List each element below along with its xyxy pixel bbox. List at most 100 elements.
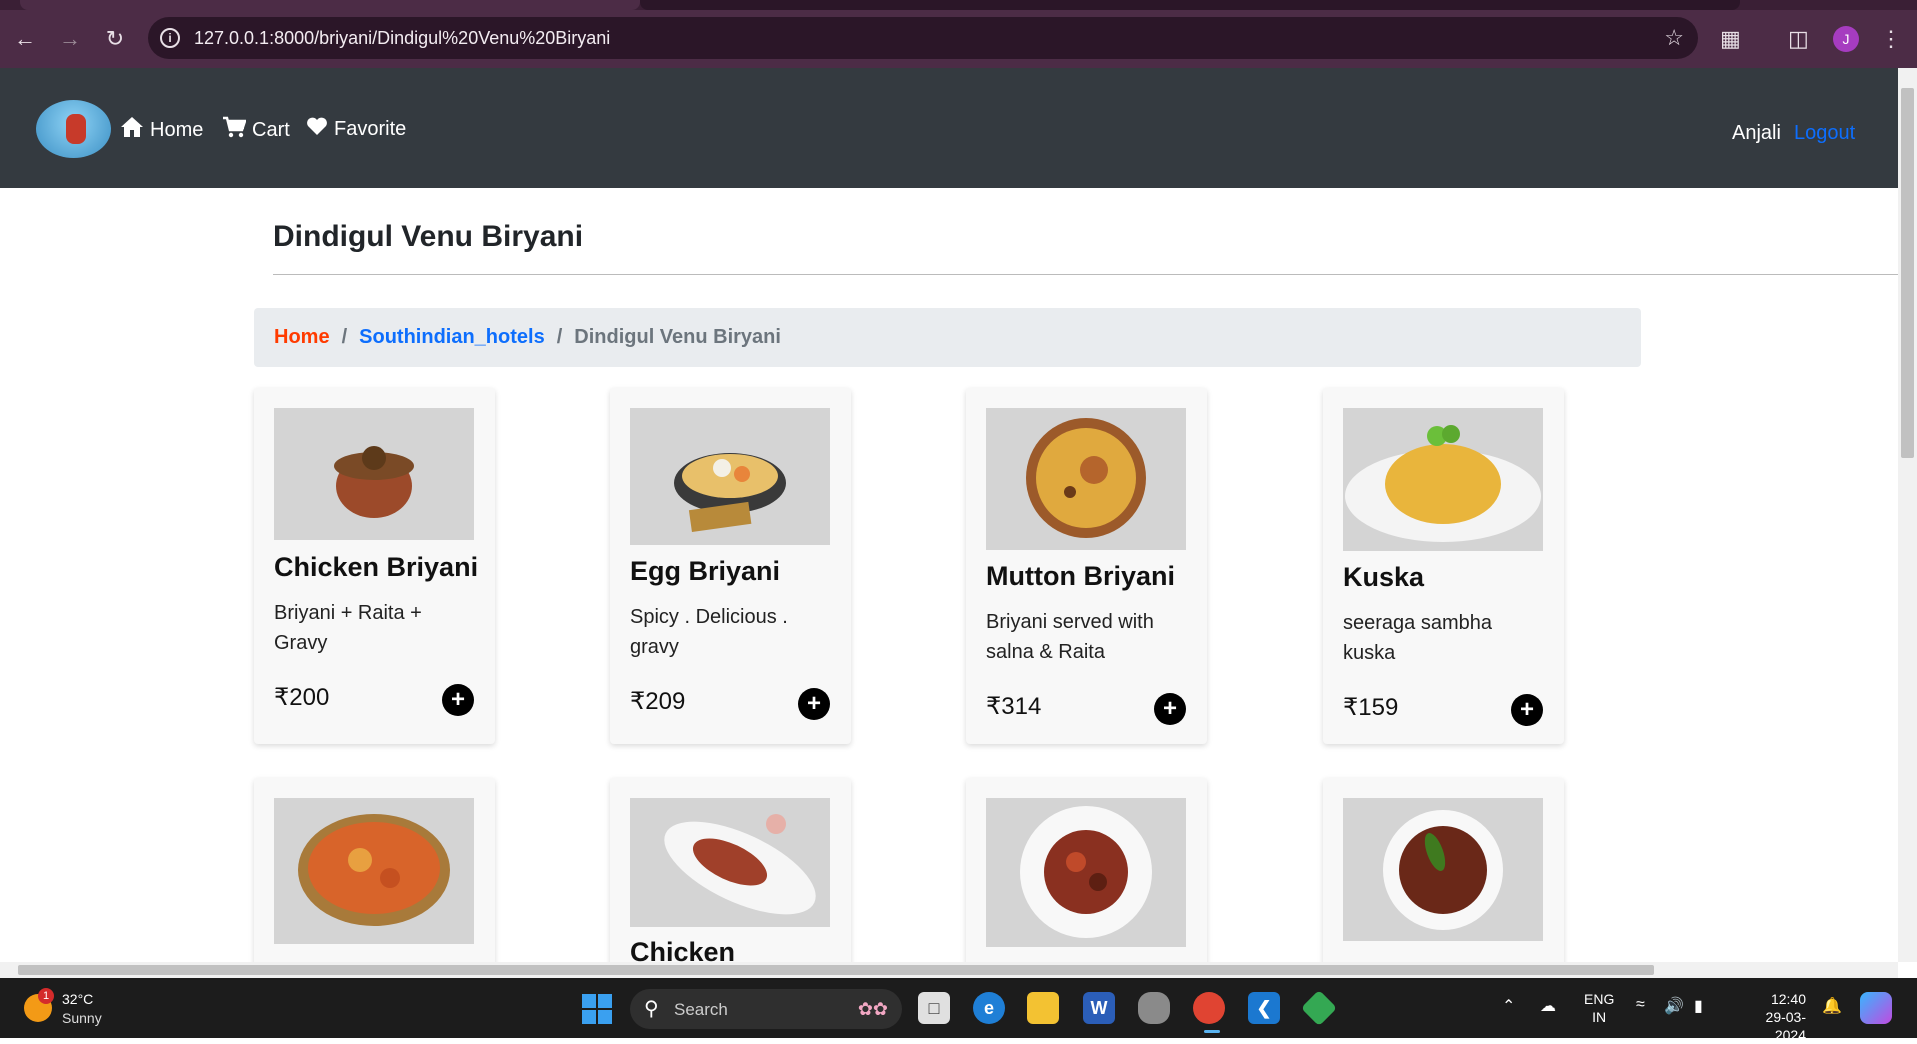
logout-link[interactable]: Logout: [1794, 122, 1855, 145]
nav-favorite-label: Favorite: [334, 117, 407, 140]
page-title: Dindigul Venu Biryani: [273, 220, 584, 253]
vertical-scroll-thumb[interactable]: [1901, 88, 1914, 458]
product-price: ₹200: [274, 684, 330, 711]
product-description: seeraga sambha kuska: [1343, 612, 1492, 664]
search-highlight-icon: ✿✿: [857, 999, 888, 1019]
product-image[interactable]: [630, 798, 830, 927]
product-card[interactable]: Kuska seeraga sambha kuska ₹159 +: [1323, 388, 1564, 744]
clock-time: 12:40: [1770, 991, 1806, 1007]
product-name: Mutton Briyani: [986, 561, 1175, 591]
url-text[interactable]: 127.0.0.1:8000/briyani/Dindigul%20Venu%2…: [194, 28, 610, 49]
windows-taskbar: 1 32°C Sunny ⚲ Search ✿✿ □ e W ❮ ⌃ ☁ ENG…: [0, 978, 1917, 1043]
file-explorer-icon[interactable]: [1027, 992, 1059, 1024]
nav-favorite-link[interactable]: Favorite: [306, 116, 406, 142]
product-card[interactable]: Mutton Briyani Briyani served with salna…: [966, 388, 1207, 744]
word-icon[interactable]: W: [1083, 992, 1115, 1024]
language-indicator[interactable]: ENG IN: [1584, 990, 1614, 1026]
home-icon: [120, 116, 144, 144]
breadcrumb-separator: /: [341, 326, 348, 348]
breadcrumb-separator: /: [556, 326, 563, 348]
add-to-cart-button[interactable]: +: [1154, 693, 1186, 725]
windows-start-icon[interactable]: [582, 994, 612, 1024]
breadcrumb-home[interactable]: Home: [274, 326, 330, 349]
side-panel-icon[interactable]: ◫: [1788, 26, 1809, 52]
system-clock[interactable]: 12:40 29-03-2024: [1736, 990, 1806, 1044]
bookmark-star-icon[interactable]: ☆: [1664, 25, 1684, 51]
add-to-cart-button[interactable]: +: [1511, 694, 1543, 726]
product-card[interactable]: Egg Briyani Spicy . Delicious . gravy ₹2…: [610, 388, 851, 744]
product-image[interactable]: [274, 408, 474, 540]
volume-icon[interactable]: 🔊: [1664, 996, 1684, 1016]
task-view-icon[interactable]: □: [918, 992, 950, 1024]
tray-overflow-icon[interactable]: ⌃: [1502, 996, 1515, 1016]
battery-icon[interactable]: ▮: [1694, 996, 1703, 1016]
product-price: ₹209: [630, 688, 686, 715]
breadcrumb-hotels[interactable]: Southindian_hotels: [359, 326, 545, 349]
browser-tab-inactive[interactable]: [640, 0, 1740, 10]
vertical-scrollbar[interactable]: [1898, 68, 1917, 962]
nav-cart-label: Cart: [252, 118, 290, 141]
tab-strip: [0, 0, 1917, 10]
product-card[interactable]: [1323, 778, 1564, 962]
taskbar-search-label: Search: [674, 1000, 728, 1019]
add-to-cart-button[interactable]: +: [798, 688, 830, 720]
product-image[interactable]: [274, 798, 474, 944]
database-icon[interactable]: [1138, 992, 1170, 1024]
product-description: Briyani + Raita + Gravy: [274, 602, 422, 654]
product-card[interactable]: Chicken: [610, 778, 851, 962]
region-code: IN: [1592, 1009, 1607, 1025]
weather-temperature[interactable]: 32°C: [62, 991, 93, 1007]
weather-condition[interactable]: Sunny: [62, 1010, 102, 1026]
site-navbar: Home Cart Favorite Anjali Logout: [0, 68, 1898, 188]
back-icon[interactable]: ←: [10, 24, 40, 54]
product-card[interactable]: [254, 778, 495, 962]
breadcrumb: Home / Southindian_hotels / Dindigul Ven…: [254, 308, 1641, 367]
extensions-icon[interactable]: ▦: [1720, 26, 1741, 52]
chrome-icon[interactable]: [1193, 992, 1225, 1024]
product-image[interactable]: [1343, 408, 1543, 551]
reload-icon[interactable]: ↻: [100, 24, 130, 54]
nav-home-label: Home: [150, 118, 204, 141]
onedrive-icon[interactable]: ☁: [1540, 996, 1556, 1016]
product-card[interactable]: [966, 778, 1207, 962]
user-name: Anjali: [1732, 122, 1781, 144]
product-name: Egg Briyani: [630, 556, 781, 586]
horizontal-scrollbar[interactable]: [0, 962, 1898, 978]
search-icon: ⚲: [644, 998, 659, 1020]
menu-kebab-icon[interactable]: ⋮: [1880, 26, 1902, 52]
language-code: ENG: [1584, 991, 1615, 1007]
title-divider: [273, 274, 1898, 275]
git-icon[interactable]: [1300, 989, 1338, 1027]
forward-icon[interactable]: →: [55, 24, 85, 54]
product-price: ₹159: [1343, 694, 1399, 721]
horizontal-scroll-thumb[interactable]: [18, 965, 1654, 975]
product-price: ₹314: [986, 693, 1042, 720]
product-card[interactable]: Chicken Briyani Briyani + Raita + Gravy …: [254, 388, 495, 744]
site-info-icon[interactable]: i: [160, 28, 180, 48]
wifi-icon[interactable]: ≈: [1636, 996, 1645, 1014]
add-to-cart-button[interactable]: +: [442, 684, 474, 716]
nav-home-link[interactable]: Home: [120, 116, 203, 144]
product-name: Chicken: [630, 937, 736, 962]
product-image[interactable]: [630, 408, 830, 545]
cart-icon: [222, 116, 247, 144]
product-description: Spicy . Delicious . gravy: [630, 606, 788, 658]
notification-bell-icon[interactable]: 🔔: [1822, 996, 1842, 1016]
vscode-icon[interactable]: ❮: [1248, 992, 1280, 1024]
taskbar-search[interactable]: ⚲ Search ✿✿: [630, 989, 902, 1029]
profile-avatar[interactable]: J: [1833, 26, 1859, 52]
product-image[interactable]: [986, 408, 1186, 550]
product-name: Chicken Briyani: [274, 552, 479, 582]
edge-icon[interactable]: e: [973, 992, 1005, 1024]
site-logo[interactable]: [36, 100, 111, 158]
product-image[interactable]: [986, 798, 1186, 947]
browser-tab[interactable]: [20, 0, 640, 10]
product-image[interactable]: [1343, 798, 1543, 941]
copilot-icon[interactable]: [1860, 992, 1892, 1024]
browser-toolbar: ← → ↻ i 127.0.0.1:8000/briyani/Dindigul%…: [0, 10, 1917, 68]
page-viewport: Home Cart Favorite Anjali Logout Dindigu…: [0, 68, 1898, 962]
weather-badge: 1: [38, 988, 54, 1004]
nav-cart-link[interactable]: Cart: [222, 116, 290, 144]
active-app-indicator: [1204, 1030, 1220, 1033]
address-bar[interactable]: i 127.0.0.1:8000/briyani/Dindigul%20Venu…: [148, 17, 1698, 59]
